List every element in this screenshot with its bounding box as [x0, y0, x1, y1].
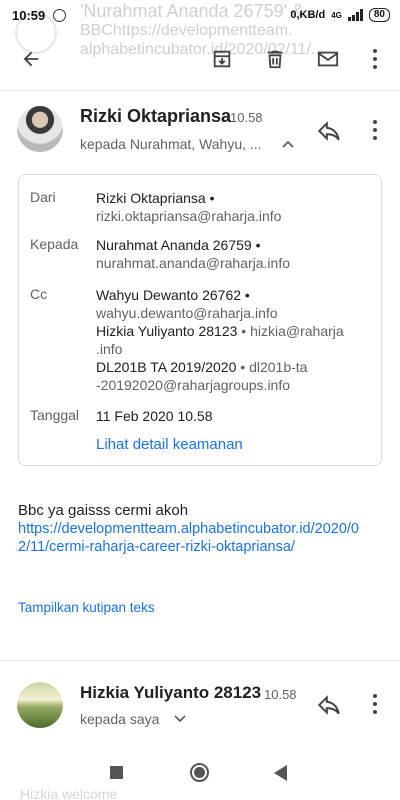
recents-icon[interactable] [110, 766, 123, 779]
status-time: 10:59 [12, 7, 46, 23]
cc2-email: • hizkia@raharja [237, 323, 344, 339]
show-quoted-text-link[interactable]: Tampilkan kutipan teks [18, 600, 155, 615]
from-value: Rizki Oktapriansa • rizki.oktapriansa@ra… [96, 189, 376, 225]
from-label: Dari [30, 189, 56, 205]
message-time: 10.58 [230, 110, 263, 125]
cc1-email: wahyu.dewanto@raharja.info [96, 305, 278, 321]
date-label: Tanggal [30, 407, 80, 423]
archive-icon[interactable] [207, 44, 237, 74]
to-value: Nurahmat Ananda 26759 • nurahmat.ananda@… [96, 236, 376, 272]
chevron-down-icon[interactable] [174, 714, 186, 724]
cc2-name: Hizkia Yuliyanto 28123 [96, 323, 238, 339]
arrow-back-icon[interactable] [16, 44, 46, 74]
toolbar [0, 30, 400, 88]
back-icon[interactable] [274, 765, 287, 781]
more-vert-icon[interactable] [371, 694, 379, 714]
details-card: Dari Rizki Oktapriansa • rizki.oktaprian… [18, 174, 382, 466]
cc3-email: • dl201b-ta [236, 359, 308, 375]
recipients-summary[interactable]: kepada Nurahmat, Wahyu, ... [80, 136, 262, 152]
avatar[interactable] [17, 682, 63, 728]
thread-divider [0, 660, 400, 661]
more-vert-icon[interactable] [371, 120, 379, 140]
network-type: 4G [331, 10, 342, 20]
cc-value: Wahyu Dewanto 26762 • wahyu.dewanto@raha… [96, 286, 376, 394]
to-label: Kepada [30, 236, 79, 252]
more-vert-icon[interactable] [371, 49, 379, 69]
cc3-name: DL201B TA 2019/2020 [96, 359, 237, 375]
delete-icon[interactable] [260, 44, 290, 74]
message-time: 10.58 [264, 687, 297, 702]
to-name: Nurahmat Ananda 26759 • [96, 237, 261, 253]
message-body-link[interactable]: https://developmentteam.alphabetincubato… [18, 520, 368, 556]
security-details-link[interactable]: Lihat detail keamanan [96, 436, 243, 453]
mail-icon[interactable] [313, 44, 343, 74]
toolbar-divider [0, 90, 400, 91]
recipients-summary[interactable]: kepada saya [80, 711, 159, 727]
reply-icon[interactable] [316, 118, 342, 144]
avatar[interactable] [17, 106, 63, 152]
cc-label: Cc [30, 286, 48, 302]
sender-name: Hizkia Yuliyanto 28123 [80, 683, 262, 702]
reply-icon[interactable] [316, 692, 342, 718]
message-body-text: Bbc ya gaisss cermi akoh [18, 502, 189, 519]
status-bar: 10:59 0,KB/d 4G 80 [0, 0, 400, 30]
signal-icon [347, 9, 363, 21]
network-speed: 0,KB/d [290, 9, 326, 21]
sender-name: Rizki Oktapriansa [80, 106, 232, 126]
date-value: 11 Feb 2020 10.58 [96, 408, 213, 424]
cc2-email-cont: .info [96, 341, 123, 357]
whatsapp-icon [53, 8, 67, 22]
message-preview: Hizkia welcome [20, 786, 118, 800]
home-icon[interactable] [190, 763, 209, 782]
battery-icon: 80 [368, 8, 390, 22]
from-name: Rizki Oktapriansa • [96, 190, 215, 206]
cc1-name: Wahyu Dewanto 26762 • [96, 287, 250, 303]
cc3-email-cont: -20192020@raharjagroups.info [96, 377, 291, 393]
from-email: rizki.oktapriansa@raharja.info [96, 208, 282, 224]
chevron-up-icon[interactable] [282, 139, 294, 149]
to-email: nurahmat.ananda@raharja.info [96, 255, 291, 271]
